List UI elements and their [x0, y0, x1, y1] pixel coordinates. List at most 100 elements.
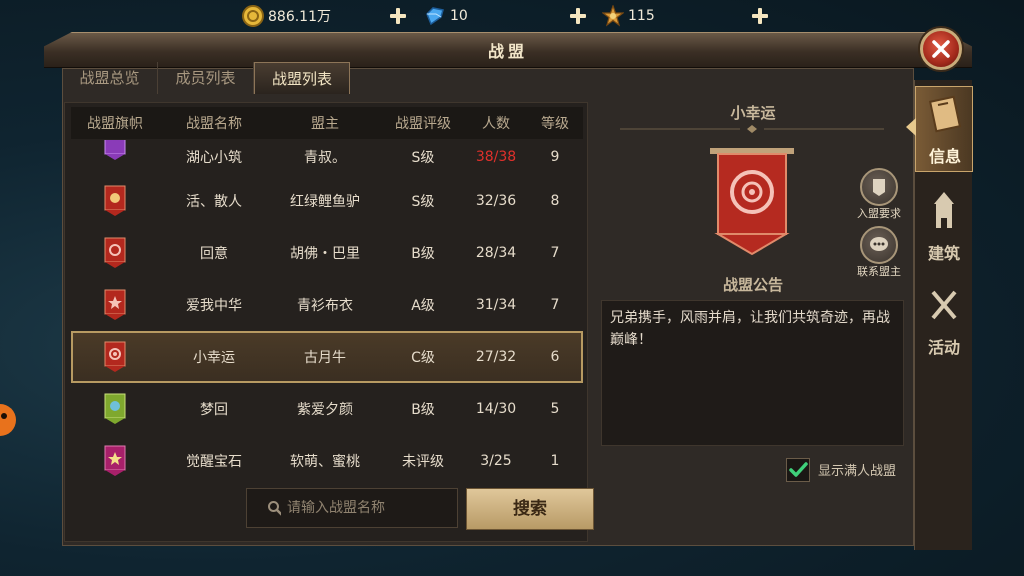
alliance-owner: 紫爱夕颜: [297, 402, 353, 418]
table-row[interactable]: 回意 胡佛・巴里 B级 28/34 7: [71, 227, 583, 279]
gold-coin-icon: [242, 5, 264, 27]
header-flag: 战盟旗帜: [87, 116, 143, 132]
alliance-name: 小幸运: [193, 350, 235, 366]
table-row[interactable]: 活、散人 红绿鲤鱼驴 S级 32/36 8: [71, 175, 583, 227]
show-full-label: 显示满人战盟: [818, 464, 897, 479]
table-row[interactable]: 觉醒宝石 软萌、蜜桃 未评级 3/25 1: [71, 435, 583, 487]
alliance-level: 5: [550, 401, 560, 417]
banner-icon: [71, 444, 159, 478]
tab-bar: 战盟总览 成员列表 战盟列表: [62, 62, 350, 96]
tower-icon: [934, 192, 954, 228]
tab-alliance-overview[interactable]: 战盟总览: [62, 62, 158, 94]
book-icon: [928, 95, 962, 133]
alliance-level: 1: [550, 453, 560, 469]
join-requirements-button[interactable]: [860, 168, 898, 206]
side-tab-events[interactable]: 活动: [915, 278, 973, 364]
alliance-name: 湖心小筑: [186, 150, 242, 166]
alliance-level: 6: [550, 349, 560, 365]
show-full-checkbox[interactable]: [786, 458, 810, 482]
add-gold-button[interactable]: [388, 6, 408, 26]
alliance-owner: 青叔。: [304, 150, 346, 166]
add-gem-button[interactable]: [568, 6, 588, 26]
alliance-rank: 未评级: [402, 454, 444, 470]
alliance-level: 9: [550, 149, 560, 165]
side-tab-events-label: 活动: [927, 338, 960, 357]
banner-icon: [71, 288, 159, 322]
alliance-count: 3/25: [480, 453, 512, 469]
checkmark-icon: [789, 462, 808, 477]
close-icon: [932, 40, 950, 58]
alliance-count: 32/36: [475, 193, 517, 209]
alliance-owner: 古月牛: [304, 350, 346, 366]
search-icon: [268, 501, 281, 516]
gem-resource: 10: [424, 4, 468, 28]
blue-gem-icon: [424, 5, 446, 27]
alliance-rank: A级: [411, 298, 435, 314]
add-star-button[interactable]: [750, 6, 770, 26]
alliance-owner: 软萌、蜜桃: [290, 454, 360, 470]
table-row-selected[interactable]: 小幸运 古月牛 C级 27/32 6: [71, 331, 583, 383]
active-tab-pointer: [906, 118, 916, 136]
banner-icon: [71, 392, 159, 426]
star-medal-icon: [602, 5, 624, 27]
pet-mascot-icon[interactable]: [0, 398, 18, 440]
alliance-banner: [706, 148, 798, 260]
banner-icon: [71, 340, 159, 374]
search-input[interactable]: [287, 500, 457, 516]
banner-icon: [71, 236, 159, 270]
side-tab-info-label: 信息: [928, 147, 961, 166]
alliance-level: 7: [550, 245, 560, 261]
alliance-rank: B级: [411, 246, 435, 262]
alliance-count: 31/34: [475, 297, 517, 313]
alliance-name: 活、散人: [186, 194, 242, 210]
alliance-name: 爱我中华: [186, 298, 242, 314]
side-tab-info[interactable]: 信息: [915, 86, 973, 172]
alliance-rows[interactable]: 湖心小筑 青叔。 S级 38/38 9 活、散人 红绿鲤鱼驴 S级 32/36 …: [71, 139, 583, 509]
notice-text: 兄弟携手，风雨并肩，让我们共筑奇迹，再战巅峰！: [601, 300, 904, 446]
alliance-rank: C级: [411, 350, 435, 366]
side-tab-bar: 信息 建筑 活动: [914, 80, 973, 550]
alliance-rank: B级: [411, 402, 435, 418]
notice-title: 战盟公告: [722, 276, 783, 294]
gold-amount: 886.11万: [268, 9, 331, 25]
close-button[interactable]: [920, 28, 962, 70]
alliance-detail-name: 小幸运: [730, 104, 776, 122]
alliance-level: 7: [550, 297, 560, 313]
alliance-owner: 青衫布衣: [297, 298, 353, 314]
alliance-count: 38/38: [475, 149, 517, 165]
banner-icon: [71, 184, 159, 218]
join-requirements-label: 入盟要求: [857, 207, 901, 220]
banner-icon: [71, 140, 159, 174]
header-level: 等级: [541, 116, 569, 132]
table-row[interactable]: 湖心小筑 青叔。 S级 38/38 9: [71, 139, 583, 175]
table-row[interactable]: 梦回 紫爱夕颜 B级 14/30 5: [71, 383, 583, 435]
alliance-owner: 胡佛・巴里: [290, 246, 360, 262]
chat-bubble-icon: [870, 237, 888, 251]
alliance-rank: S级: [411, 194, 435, 210]
tab-alliance-list[interactable]: 战盟列表: [254, 62, 350, 94]
search-button[interactable]: 搜索: [466, 488, 594, 530]
alliance-owner: 红绿鲤鱼驴: [290, 194, 360, 210]
alliance-count: 28/34: [475, 245, 517, 261]
star-amount: 115: [628, 8, 655, 24]
header-name: 战盟名称: [186, 116, 242, 132]
contact-leader-button[interactable]: [860, 226, 898, 264]
gem-amount: 10: [450, 8, 468, 24]
alliance-level: 8: [550, 193, 560, 209]
search-field[interactable]: [246, 488, 458, 528]
star-resource: 115: [602, 4, 655, 28]
tab-member-list[interactable]: 成员列表: [158, 62, 254, 94]
table-row[interactable]: 爱我中华 青衫布衣 A级 31/34 7: [71, 279, 583, 331]
header-owner: 盟主: [311, 116, 339, 132]
header-rank: 战盟评级: [395, 116, 451, 132]
crossed-swords-icon: [931, 290, 957, 320]
side-tab-buildings-label: 建筑: [927, 244, 960, 263]
alliance-name: 觉醒宝石: [186, 454, 242, 470]
alliance-count: 14/30: [475, 401, 517, 417]
side-tab-buildings[interactable]: 建筑: [915, 184, 973, 270]
window-title: 战盟: [487, 42, 528, 61]
table-header: 战盟旗帜 战盟名称 盟主 战盟评级 人数 等级: [71, 107, 583, 139]
ornament-divider: [620, 125, 884, 133]
banner-flag-icon: [873, 179, 885, 196]
alliance-name: 回意: [200, 246, 228, 262]
